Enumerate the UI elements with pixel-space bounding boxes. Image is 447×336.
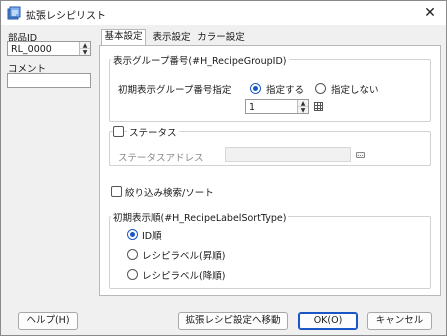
status-label[interactable]: ステータス: [127, 125, 179, 139]
group-number-spinner[interactable]: ▲ ▼: [297, 100, 308, 113]
tab-panel: 表示グループ番号(#H_RecipeGroupID) 初期表示グループ番号指定 …: [99, 45, 441, 296]
tab-display[interactable]: 表示設定: [149, 31, 194, 45]
initial-group-label: 初期表示グループ番号指定: [118, 85, 232, 96]
radio-specify[interactable]: [250, 83, 261, 94]
group-number-title: 表示グループ番号(#H_RecipeGroupID): [111, 53, 289, 67]
title-bar: 拡張レシピリスト ✕: [1, 1, 446, 25]
ok-button[interactable]: OK(O): [298, 312, 358, 330]
spin-down-icon[interactable]: ▼: [298, 107, 308, 114]
keypad-icon[interactable]: [314, 102, 323, 111]
filter-checkbox[interactable]: [111, 186, 122, 197]
radio-specify-label[interactable]: 指定する: [266, 82, 304, 96]
radio-sort-id[interactable]: [127, 229, 138, 240]
group-number-field[interactable]: 1 ▲ ▼: [245, 99, 309, 114]
radio-sort-desc-label[interactable]: レシピラベル(降順): [142, 268, 225, 282]
part-id-spinner[interactable]: ▲ ▼: [79, 42, 90, 55]
window-title: 拡張レシピリスト: [26, 11, 106, 22]
status-address-field[interactable]: [225, 147, 351, 162]
radio-no-specify-label[interactable]: 指定しない: [331, 82, 379, 96]
goto-ext-recipe-button[interactable]: 拡張レシピ設定へ移動: [178, 312, 288, 330]
part-id-field[interactable]: RL_0000 ▲ ▼: [7, 41, 91, 56]
cancel-button[interactable]: キャンセル: [367, 312, 432, 330]
comment-field[interactable]: [7, 73, 91, 88]
radio-sort-asc-label[interactable]: レシピラベル(昇順): [142, 248, 225, 262]
browse-icon[interactable]: [356, 152, 365, 158]
sort-group-title: 初期表示順(#H_RecipeLabelSortType): [111, 210, 289, 224]
help-button[interactable]: ヘルプ(H): [18, 312, 78, 330]
close-icon: ✕: [424, 5, 436, 21]
status-address-label: ステータスアドレス: [118, 153, 204, 164]
radio-no-specify[interactable]: [315, 83, 326, 94]
dialog-window: 拡張レシピリスト ✕ 部品ID RL_0000 ▲ ▼ コメント 基本設定 表示…: [0, 0, 447, 336]
radio-sort-id-label[interactable]: ID順: [142, 228, 162, 242]
radio-sort-asc[interactable]: [127, 249, 138, 260]
tab-basic[interactable]: 基本設定: [101, 29, 146, 45]
spin-down-icon[interactable]: ▼: [80, 49, 90, 56]
group-number-value: 1: [249, 102, 256, 113]
tab-color[interactable]: カラー設定: [197, 31, 245, 45]
radio-sort-desc[interactable]: [127, 269, 138, 280]
part-id-value: RL_0000: [11, 44, 52, 55]
app-icon: [7, 6, 21, 20]
filter-label[interactable]: 絞り込み検索/ソート: [125, 185, 214, 199]
close-button[interactable]: ✕: [414, 1, 446, 25]
status-checkbox[interactable]: [113, 126, 124, 137]
